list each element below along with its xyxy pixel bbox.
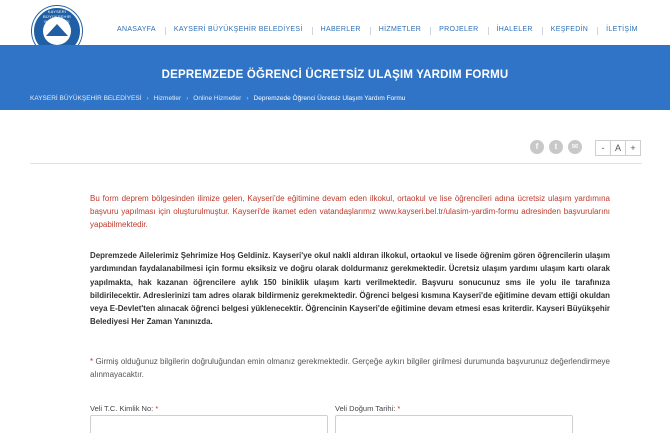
nav-municipality[interactable]: KAYSERİ BÜYÜKŞEHİR BELEDİYESİ	[164, 26, 312, 35]
logo-emblem-icon	[43, 17, 71, 45]
accuracy-notice: * Girmiş olduğunuz bilgilerin doğruluğun…	[90, 355, 610, 381]
breadcrumb-separator-icon: ›	[246, 95, 249, 102]
guardian-birthdate-label: Veli Doğum Tarihi: *	[335, 404, 400, 413]
content-divider	[30, 163, 642, 164]
page-title: DEPREMZEDE ÖĞRENCİ ÜCRETSİZ ULAŞIM YARDI…	[161, 69, 509, 81]
nav-tenders[interactable]: İHALELER	[487, 26, 542, 35]
nav-services[interactable]: HİZMETLER	[369, 26, 430, 35]
font-decrease-button[interactable]: -	[595, 140, 611, 156]
guardian-tc-label: Veli T.C. Kimlik No: *	[90, 404, 158, 413]
twitter-icon[interactable]: t	[549, 140, 563, 154]
breadcrumb: KAYSERİ BÜYÜKŞEHİR BELEDİYESİ › Hizmetle…	[30, 95, 405, 102]
accuracy-notice-text: Girmiş olduğunuz bilgilerin doğruluğunda…	[90, 357, 611, 379]
breadcrumb-separator-icon: ›	[146, 95, 149, 102]
intro-notice: Bu form deprem bölgesinden ilimize gelen…	[90, 194, 610, 229]
breadcrumb-online-services[interactable]: Online Hizmetler	[193, 95, 241, 102]
breadcrumb-separator-icon: ›	[186, 95, 189, 102]
welcome-text: Depremzede Ailelerimiz Şehrimize Hoş Gel…	[90, 251, 610, 327]
breadcrumb-services[interactable]: Hizmetler	[154, 95, 181, 102]
required-star: *	[397, 404, 401, 413]
font-increase-button[interactable]: +	[625, 140, 641, 156]
nav-home[interactable]: ANASAYFA	[108, 26, 165, 33]
nav-projects[interactable]: PROJELER	[430, 26, 487, 35]
required-star: *	[90, 357, 94, 366]
main-nav: ANASAYFA KAYSERİ BÜYÜKŞEHİR BELEDİYESİ H…	[108, 22, 647, 36]
breadcrumb-current: Depremzede Öğrenci Ücretsiz Ulaşım Yardı…	[253, 95, 406, 102]
nav-explore[interactable]: KEŞFEDİN	[541, 26, 597, 35]
facebook-icon[interactable]: f	[530, 140, 544, 154]
font-reset-button[interactable]: A	[610, 140, 626, 156]
guardian-tc-input[interactable]	[90, 415, 328, 433]
mountain-icon	[46, 24, 68, 36]
guardian-birthdate-label-text: Veli Doğum Tarihi:	[335, 404, 396, 413]
guardian-birthdate-input[interactable]	[335, 415, 573, 433]
nav-news[interactable]: HABERLER	[311, 26, 370, 35]
email-icon[interactable]: ✉	[568, 140, 582, 154]
required-star: *	[155, 404, 159, 413]
nav-contact[interactable]: İLETİŞİM	[597, 26, 647, 35]
guardian-tc-label-text: Veli T.C. Kimlik No:	[90, 404, 154, 413]
page-toolbar: f t ✉ - A +	[0, 140, 670, 156]
breadcrumb-municipality[interactable]: KAYSERİ BÜYÜKŞEHİR BELEDİYESİ	[30, 95, 142, 102]
